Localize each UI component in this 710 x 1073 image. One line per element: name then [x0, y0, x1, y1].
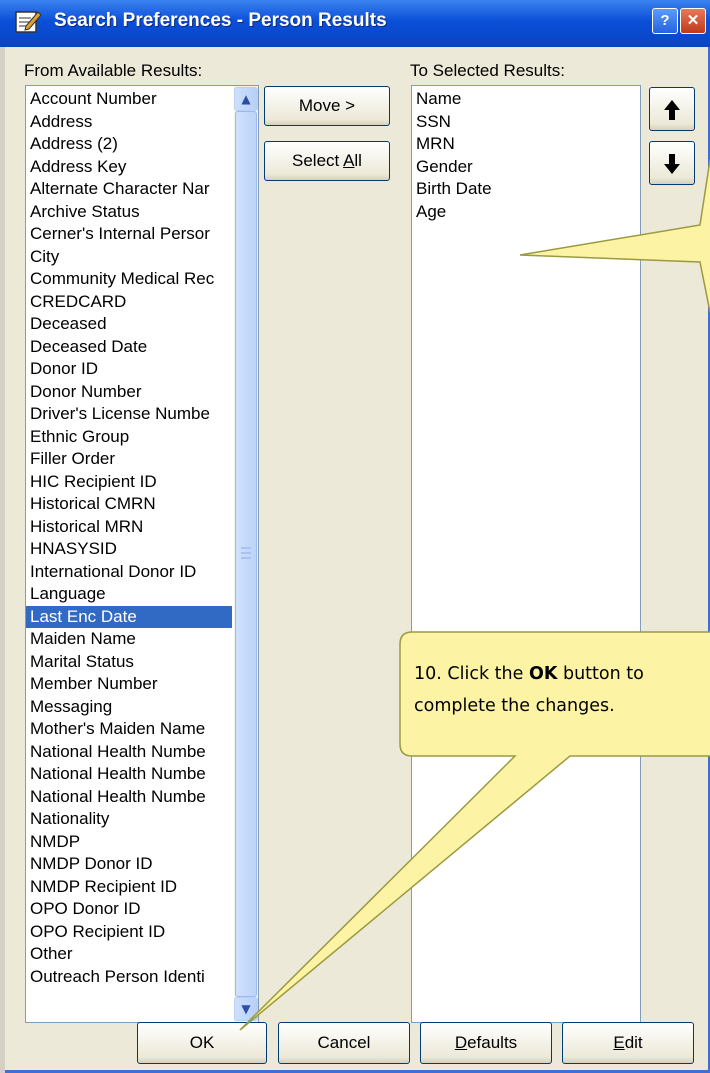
- callout-text-line2: complete the changes.: [414, 696, 615, 716]
- callout-overlays: [239, 159, 710, 1031]
- callout-text-line1: 10. Click the OK button to: [414, 664, 644, 684]
- callout-shape-top: [519, 159, 710, 313]
